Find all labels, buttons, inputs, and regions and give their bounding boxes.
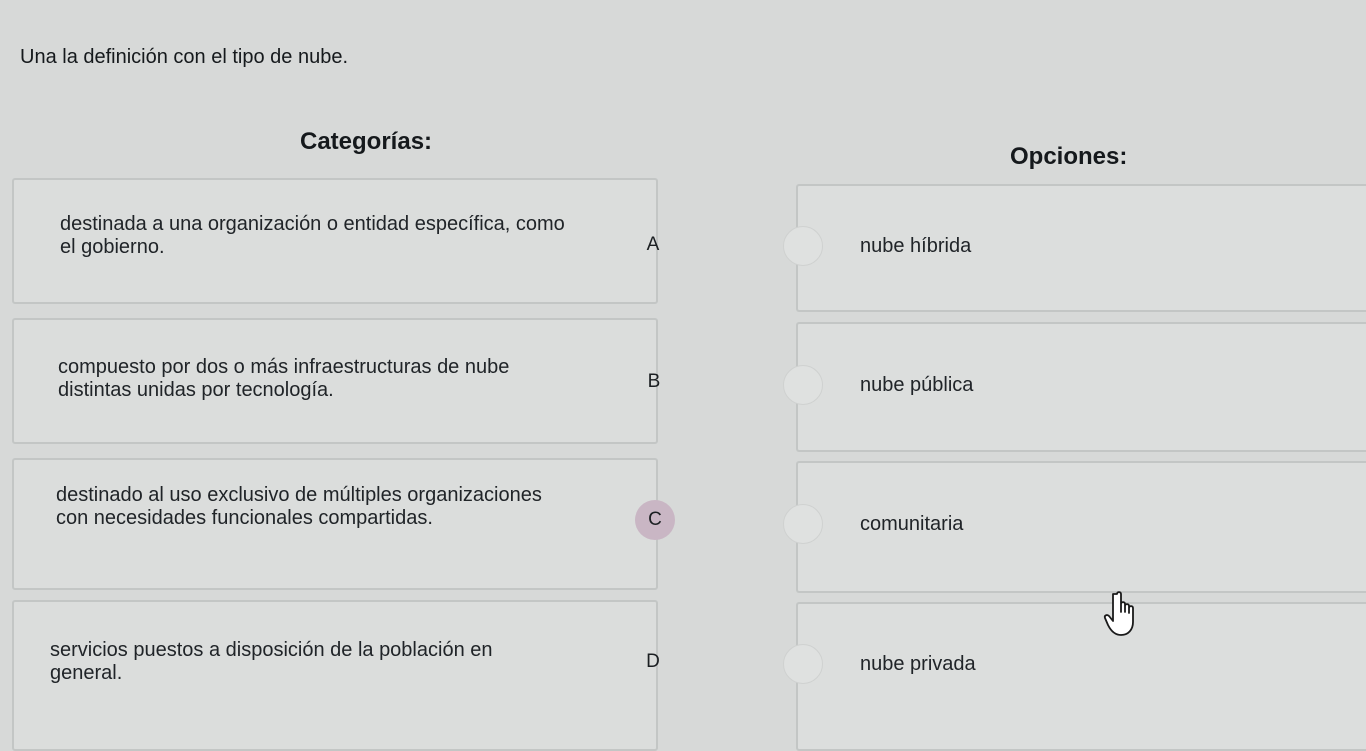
category-letter-c[interactable]: C [635,500,675,540]
options-heading: Opciones: [1010,143,1128,170]
option-label-nube-privada: nube privada [860,653,976,675]
option-card-nube-privada[interactable] [796,602,1366,751]
option-label-comunitaria: comunitaria [860,513,964,535]
category-text-d: servicios puestos a disposición de la po… [50,639,493,684]
category-text-a: destinada a una organización o entidad e… [60,213,565,258]
categories-heading: Categorías: [300,128,433,155]
category-text-b: compuesto por dos o más infraestructuras… [58,356,510,401]
category-letter-a[interactable]: A [633,225,673,265]
option-radio-nube-hibrida[interactable] [783,226,823,266]
option-radio-nube-publica[interactable] [783,365,823,405]
option-radio-comunitaria[interactable] [783,504,823,544]
option-label-nube-publica: nube pública [860,374,974,396]
category-text-c: destinado al uso exclusivo de múltiples … [56,484,542,529]
instruction-text: Una la definición con el tipo de nube. [20,46,349,68]
category-letter-b[interactable]: B [634,362,674,402]
option-label-nube-hibrida: nube híbrida [860,235,972,257]
category-letter-d[interactable]: D [633,642,673,682]
option-radio-nube-privada[interactable] [783,644,823,684]
hand-pointer-icon [1103,591,1134,636]
